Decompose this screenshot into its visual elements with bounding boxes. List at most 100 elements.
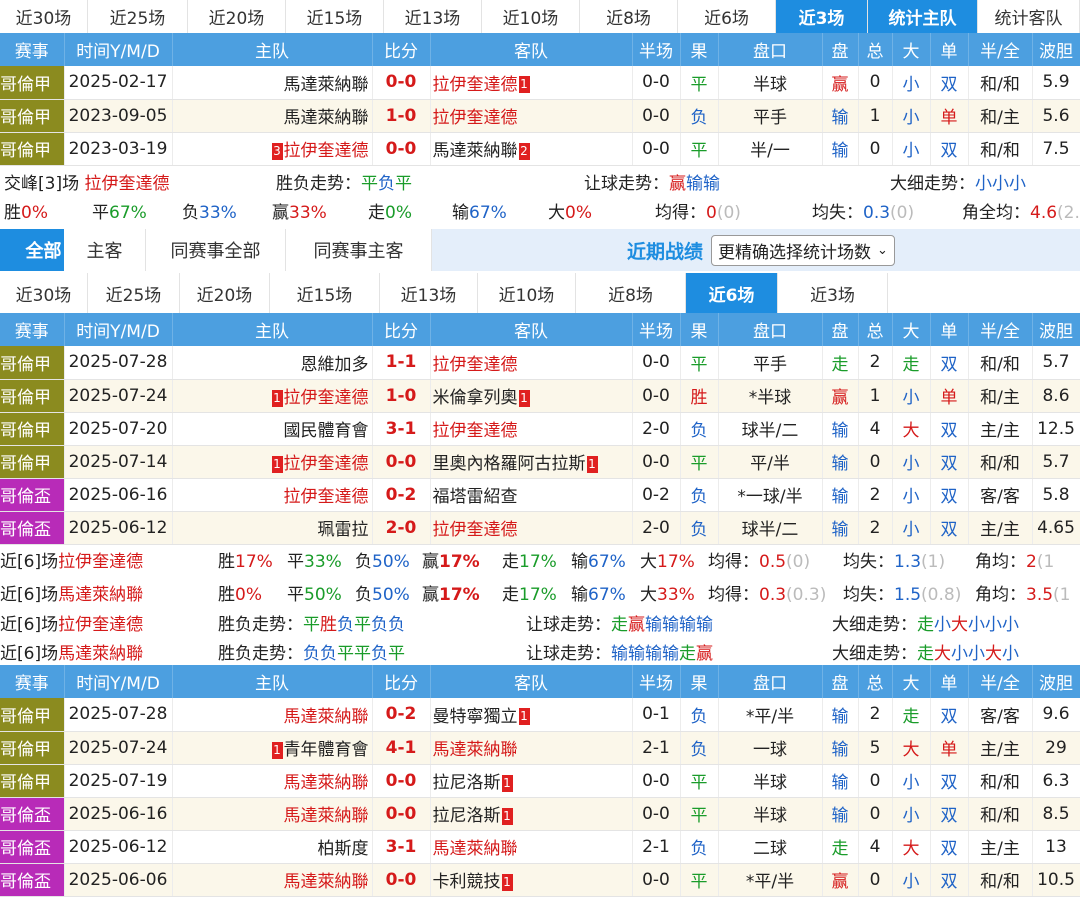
header-2[interactable]: 主队	[172, 313, 373, 346]
header-0[interactable]: 赛事	[0, 313, 65, 346]
away-team-cell[interactable]: 米倫拿列奧 1	[430, 379, 633, 413]
league-cell[interactable]: 哥倫甲	[0, 132, 65, 166]
header-7[interactable]: 盘口	[718, 313, 823, 346]
header-2[interactable]: 主队	[172, 33, 373, 66]
header-3[interactable]: 比分	[372, 33, 431, 66]
home-team-cell[interactable]: 恩維加多	[172, 346, 373, 380]
away-team-cell[interactable]: 福塔雷紹查	[430, 478, 633, 512]
tab-mid-8[interactable]: 近3场	[778, 273, 888, 313]
header-0[interactable]: 赛事	[0, 33, 65, 66]
header-5[interactable]: 半场	[632, 665, 681, 698]
league-cell[interactable]: 哥倫甲	[0, 66, 65, 100]
header-9[interactable]: 总	[858, 313, 893, 346]
header-6[interactable]: 果	[680, 665, 719, 698]
league-cell[interactable]: 哥倫盃	[0, 797, 65, 831]
header-0[interactable]: 赛事	[0, 665, 65, 698]
table-row[interactable]: 哥倫甲 2025-02-17 馬達萊納聯 0-0 拉伊奎達德 1 0-0 平半球赢 0 小双和/和…	[0, 66, 1080, 100]
tab-top-5[interactable]: 近10场	[482, 0, 580, 33]
tab-mid-7[interactable]: 近6场	[686, 273, 778, 313]
tab-top-7[interactable]: 近6场	[678, 0, 776, 33]
tab-home-away[interactable]: 主客	[64, 229, 146, 271]
tab-mid-0[interactable]: 近30场	[0, 273, 88, 313]
table-row[interactable]: 哥倫甲 2025-07-24 1 青年體育會 4-1 馬達萊納聯 2-1 负一球输 5 大单主/主…	[0, 731, 1080, 765]
tab-mid-3[interactable]: 近15场	[270, 273, 380, 313]
tab-top-9[interactable]: 统计主队	[868, 0, 978, 33]
league-cell[interactable]: 哥倫甲	[0, 379, 65, 413]
header-9[interactable]: 总	[858, 33, 893, 66]
header-10[interactable]: 大	[892, 313, 931, 346]
table-row[interactable]: 哥倫盃 2025-06-12 柏斯度 3-1 馬達萊納聯 2-1 负二球走 4 大双主/主 13	[0, 830, 1080, 864]
tab-mid-2[interactable]: 近20场	[180, 273, 270, 313]
away-team-cell[interactable]: 馬達萊納聯 2	[430, 132, 633, 166]
header-13[interactable]: 波胆	[1032, 33, 1080, 66]
header-11[interactable]: 单	[930, 665, 969, 698]
table-row[interactable]: 哥倫甲 2023-09-05 馬達萊納聯 1-0 拉伊奎達德 0-0 负平手输 1 小单和/主 5…	[0, 99, 1080, 133]
home-team-cell[interactable]: 馬達萊納聯	[172, 863, 373, 897]
table-row[interactable]: 哥倫盃 2025-06-16 馬達萊納聯 0-0 拉尼洛斯 1 0-0 平半球输 0 小双和/和 8…	[0, 797, 1080, 831]
tab-mid-5[interactable]: 近10场	[478, 273, 576, 313]
tab-mid-1[interactable]: 近25场	[88, 273, 180, 313]
table-row[interactable]: 哥倫盃 2025-06-06 馬達萊納聯 0-0 卡利競技 1 0-0 平 *平/半赢 0 小双和/…	[0, 863, 1080, 897]
home-team-cell[interactable]: 馬達萊納聯	[172, 66, 373, 100]
header-13[interactable]: 波胆	[1032, 313, 1080, 346]
header-4[interactable]: 客队	[430, 313, 633, 346]
home-team-cell[interactable]: 珮雷拉	[172, 511, 373, 545]
away-team-cell[interactable]: 馬達萊納聯	[430, 731, 633, 765]
table-row[interactable]: 哥倫甲 2025-07-28 馬達萊納聯 0-2 曼特寧獨立 1 0-1 负 *平/半输 2 走双客…	[0, 698, 1080, 732]
header-12[interactable]: 半/全	[968, 665, 1033, 698]
table-row[interactable]: 哥倫盃 2025-06-16 拉伊奎達德 0-2 福塔雷紹查 0-2 负 *一球/半输 2 小双客…	[0, 478, 1080, 512]
away-team-cell[interactable]: 里奧內格羅阿古拉斯 1	[430, 445, 633, 479]
header-13[interactable]: 波胆	[1032, 665, 1080, 698]
away-team-cell[interactable]: 卡利競技 1	[430, 863, 633, 897]
away-team-cell[interactable]: 拉伊奎達德	[430, 412, 633, 446]
header-10[interactable]: 大	[892, 33, 931, 66]
home-team-cell[interactable]: 1 拉伊奎達德	[172, 445, 373, 479]
home-team-cell[interactable]: 3 拉伊奎達德	[172, 132, 373, 166]
table-row[interactable]: 哥倫甲 2023-03-19 3 拉伊奎達德 0-0 馬達萊納聯 2 0-0 平半/一输 0 小双和…	[0, 132, 1080, 166]
table-row[interactable]: 哥倫甲 2025-07-19 馬達萊納聯 0-0 拉尼洛斯 1 0-0 平半球输 0 小双和/和 6…	[0, 764, 1080, 798]
league-cell[interactable]: 哥倫盃	[0, 863, 65, 897]
home-team-cell[interactable]: 國民體育會	[172, 412, 373, 446]
tab-top-6[interactable]: 近8场	[580, 0, 678, 33]
header-1[interactable]: 时间Y/M/D	[64, 33, 173, 66]
header-8[interactable]: 盘	[822, 33, 859, 66]
tab-top-1[interactable]: 近25场	[88, 0, 188, 33]
away-team-cell[interactable]: 馬達萊納聯	[430, 830, 633, 864]
tab-top-8[interactable]: 近3场	[776, 0, 868, 33]
tab-same-league-all[interactable]: 同赛事全部	[146, 229, 286, 271]
header-5[interactable]: 半场	[632, 313, 681, 346]
league-cell[interactable]: 哥倫甲	[0, 99, 65, 133]
header-12[interactable]: 半/全	[968, 33, 1033, 66]
header-2[interactable]: 主队	[172, 665, 373, 698]
header-6[interactable]: 果	[680, 313, 719, 346]
away-team-cell[interactable]: 拉伊奎達德	[430, 99, 633, 133]
header-10[interactable]: 大	[892, 665, 931, 698]
league-cell[interactable]: 哥倫甲	[0, 698, 65, 732]
home-team-cell[interactable]: 馬達萊納聯	[172, 99, 373, 133]
away-team-cell[interactable]: 曼特寧獨立 1	[430, 698, 633, 732]
header-8[interactable]: 盘	[822, 313, 859, 346]
table-row[interactable]: 哥倫盃 2025-06-12 珮雷拉 2-0 拉伊奎達德 2-0 负球半/二输 2 小双主/主 4…	[0, 511, 1080, 545]
header-1[interactable]: 时间Y/M/D	[64, 313, 173, 346]
home-team-cell[interactable]: 拉伊奎達德	[172, 478, 373, 512]
header-6[interactable]: 果	[680, 33, 719, 66]
header-7[interactable]: 盘口	[718, 33, 823, 66]
away-team-cell[interactable]: 拉伊奎達德	[430, 511, 633, 545]
tab-same-league-home-away[interactable]: 同赛事主客	[286, 229, 432, 271]
league-cell[interactable]: 哥倫甲	[0, 764, 65, 798]
header-3[interactable]: 比分	[372, 665, 431, 698]
table-row[interactable]: 哥倫甲 2025-07-14 1 拉伊奎達德 0-0 里奧內格羅阿古拉斯 1 0-0 平平/半输…	[0, 445, 1080, 479]
header-8[interactable]: 盘	[822, 665, 859, 698]
tab-top-2[interactable]: 近20场	[188, 0, 286, 33]
home-team-cell[interactable]: 1 拉伊奎達德	[172, 379, 373, 413]
home-team-cell[interactable]: 馬達萊納聯	[172, 764, 373, 798]
league-cell[interactable]: 哥倫甲	[0, 346, 65, 380]
tab-top-4[interactable]: 近13场	[384, 0, 482, 33]
tab-top-3[interactable]: 近15场	[286, 0, 384, 33]
tab-mid-4[interactable]: 近13场	[380, 273, 478, 313]
league-cell[interactable]: 哥倫甲	[0, 412, 65, 446]
league-cell[interactable]: 哥倫盃	[0, 511, 65, 545]
home-team-cell[interactable]: 1 青年體育會	[172, 731, 373, 765]
home-team-cell[interactable]: 馬達萊納聯	[172, 797, 373, 831]
league-cell[interactable]: 哥倫盃	[0, 478, 65, 512]
